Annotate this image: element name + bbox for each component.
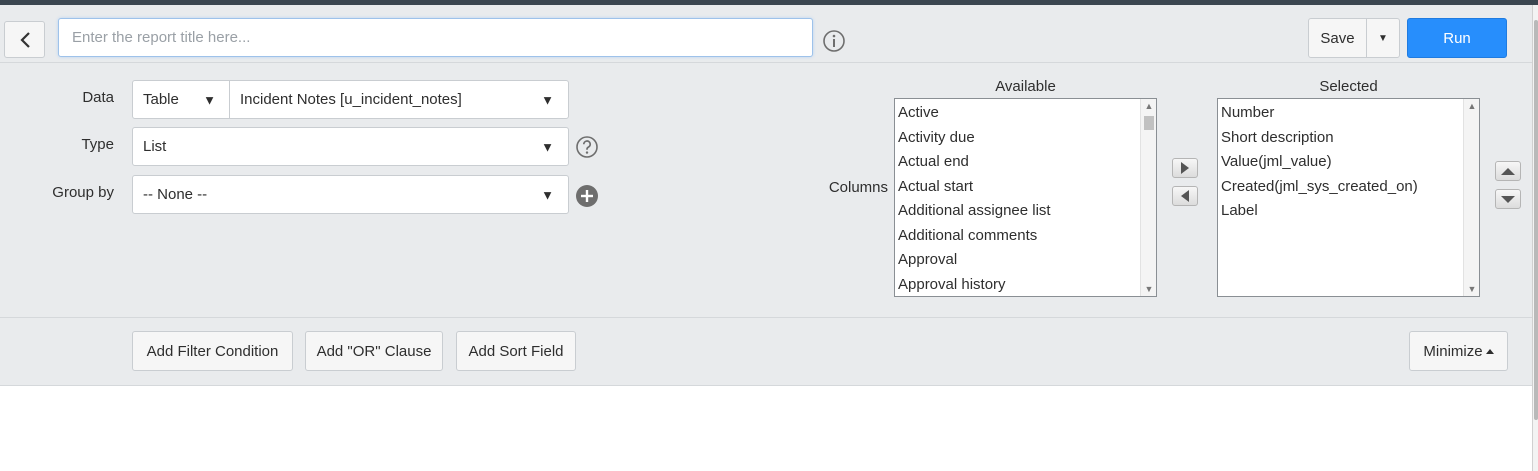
add-or-clause-button[interactable]: Add "OR" Clause <box>305 331 443 371</box>
selected-header: Selected <box>1319 78 1378 95</box>
list-item[interactable]: Approval <box>895 248 1140 273</box>
scroll-down-icon[interactable]: ▼ <box>1141 282 1156 296</box>
available-columns-list[interactable]: Active Activity due Actual end Actual start… <box>894 98 1157 297</box>
data-source-type-select[interactable]: Table ▼ <box>132 80 231 119</box>
save-options-dropdown[interactable]: ▼ <box>1366 18 1400 58</box>
list-item[interactable]: Additional assignee list <box>895 199 1140 224</box>
run-button-label: Run <box>1443 29 1471 47</box>
available-items: Active Activity due Actual end Actual start… <box>895 99 1140 297</box>
list-item[interactable]: Approval history <box>895 273 1140 297</box>
report-header: Save ▼ Run <box>0 5 1532 63</box>
list-item[interactable]: Label <box>1218 199 1463 224</box>
arrow-down-icon <box>1501 195 1515 203</box>
arrow-right-icon <box>1181 162 1189 174</box>
selected-scrollbar[interactable]: ▲ ▼ <box>1463 99 1479 296</box>
group-by-label: Group by <box>52 184 114 201</box>
add-sort-field-label: Add Sort Field <box>468 342 564 360</box>
table-select[interactable]: Incident Notes [u_incident_notes] ▼ <box>229 80 569 119</box>
add-filter-condition-label: Add Filter Condition <box>146 342 279 360</box>
chevron-down-icon: ▼ <box>541 187 554 202</box>
caret-up-icon <box>1485 348 1494 354</box>
run-button[interactable]: Run <box>1407 18 1507 58</box>
scroll-down-icon[interactable]: ▼ <box>1464 282 1479 296</box>
move-down-button[interactable] <box>1495 189 1521 209</box>
chevron-down-icon: ▼ <box>1378 32 1388 44</box>
info-icon[interactable] <box>822 29 846 53</box>
save-button-label: Save <box>1320 29 1355 47</box>
list-item[interactable]: Short description <box>1218 126 1463 151</box>
arrow-up-icon <box>1501 167 1515 175</box>
type-select-value: List <box>143 138 167 155</box>
list-item[interactable]: Number <box>1218 101 1463 126</box>
type-label: Type <box>81 136 114 153</box>
chevron-left-icon <box>19 31 30 48</box>
list-item[interactable]: Value(jml_value) <box>1218 150 1463 175</box>
group-by-select[interactable]: -- None -- ▼ <box>132 175 569 214</box>
back-button[interactable] <box>4 21 45 58</box>
list-item[interactable]: Actual end <box>895 150 1140 175</box>
scroll-up-icon[interactable]: ▲ <box>1464 99 1479 113</box>
selected-columns-list[interactable]: Number Short description Value(jml_value) C… <box>1217 98 1480 297</box>
list-item[interactable]: Active <box>895 101 1140 126</box>
data-source-type-value: Table <box>143 91 179 108</box>
available-header: Available <box>995 78 1056 95</box>
chevron-down-icon: ▼ <box>541 92 554 107</box>
help-icon[interactable] <box>575 135 599 159</box>
chevron-down-icon: ▼ <box>541 139 554 154</box>
add-or-clause-label: Add "OR" Clause <box>316 342 432 360</box>
columns-label: Columns <box>828 179 888 196</box>
remove-column-button[interactable] <box>1172 186 1198 206</box>
save-button[interactable]: Save <box>1308 18 1367 58</box>
filter-toolbar: Add Filter Condition Add "OR" Clause Add… <box>0 318 1532 386</box>
list-item[interactable]: Additional comments <box>895 224 1140 249</box>
arrow-left-icon <box>1181 190 1189 202</box>
chevron-down-icon: ▼ <box>203 92 216 107</box>
add-filter-condition-button[interactable]: Add Filter Condition <box>132 331 293 371</box>
report-config-panel: Data Table ▼ Incident Notes [u_incident_… <box>0 63 1532 318</box>
report-title-input[interactable] <box>58 18 813 57</box>
scroll-thumb[interactable] <box>1144 116 1154 130</box>
minimize-button[interactable]: Minimize <box>1409 331 1508 371</box>
list-item[interactable]: Created(jml_sys_created_on) <box>1218 175 1463 200</box>
list-item[interactable]: Activity due <box>895 126 1140 151</box>
page-scrollbar[interactable] <box>1532 5 1538 471</box>
move-up-button[interactable] <box>1495 161 1521 181</box>
available-scrollbar[interactable]: ▲ ▼ <box>1140 99 1156 296</box>
add-column-button[interactable] <box>1172 158 1198 178</box>
data-label: Data <box>82 89 114 106</box>
scroll-up-icon[interactable]: ▲ <box>1141 99 1156 113</box>
minimize-label: Minimize <box>1423 342 1483 360</box>
group-by-select-value: -- None -- <box>143 186 208 203</box>
selected-items: Number Short description Value(jml_value) C… <box>1218 99 1463 224</box>
type-select[interactable]: List ▼ <box>132 127 569 166</box>
page-scroll-thumb[interactable] <box>1534 20 1538 420</box>
list-item[interactable]: Actual start <box>895 175 1140 200</box>
plus-circle-icon[interactable] <box>575 184 599 208</box>
add-sort-field-button[interactable]: Add Sort Field <box>456 331 576 371</box>
table-select-value: Incident Notes [u_incident_notes] <box>240 91 462 108</box>
